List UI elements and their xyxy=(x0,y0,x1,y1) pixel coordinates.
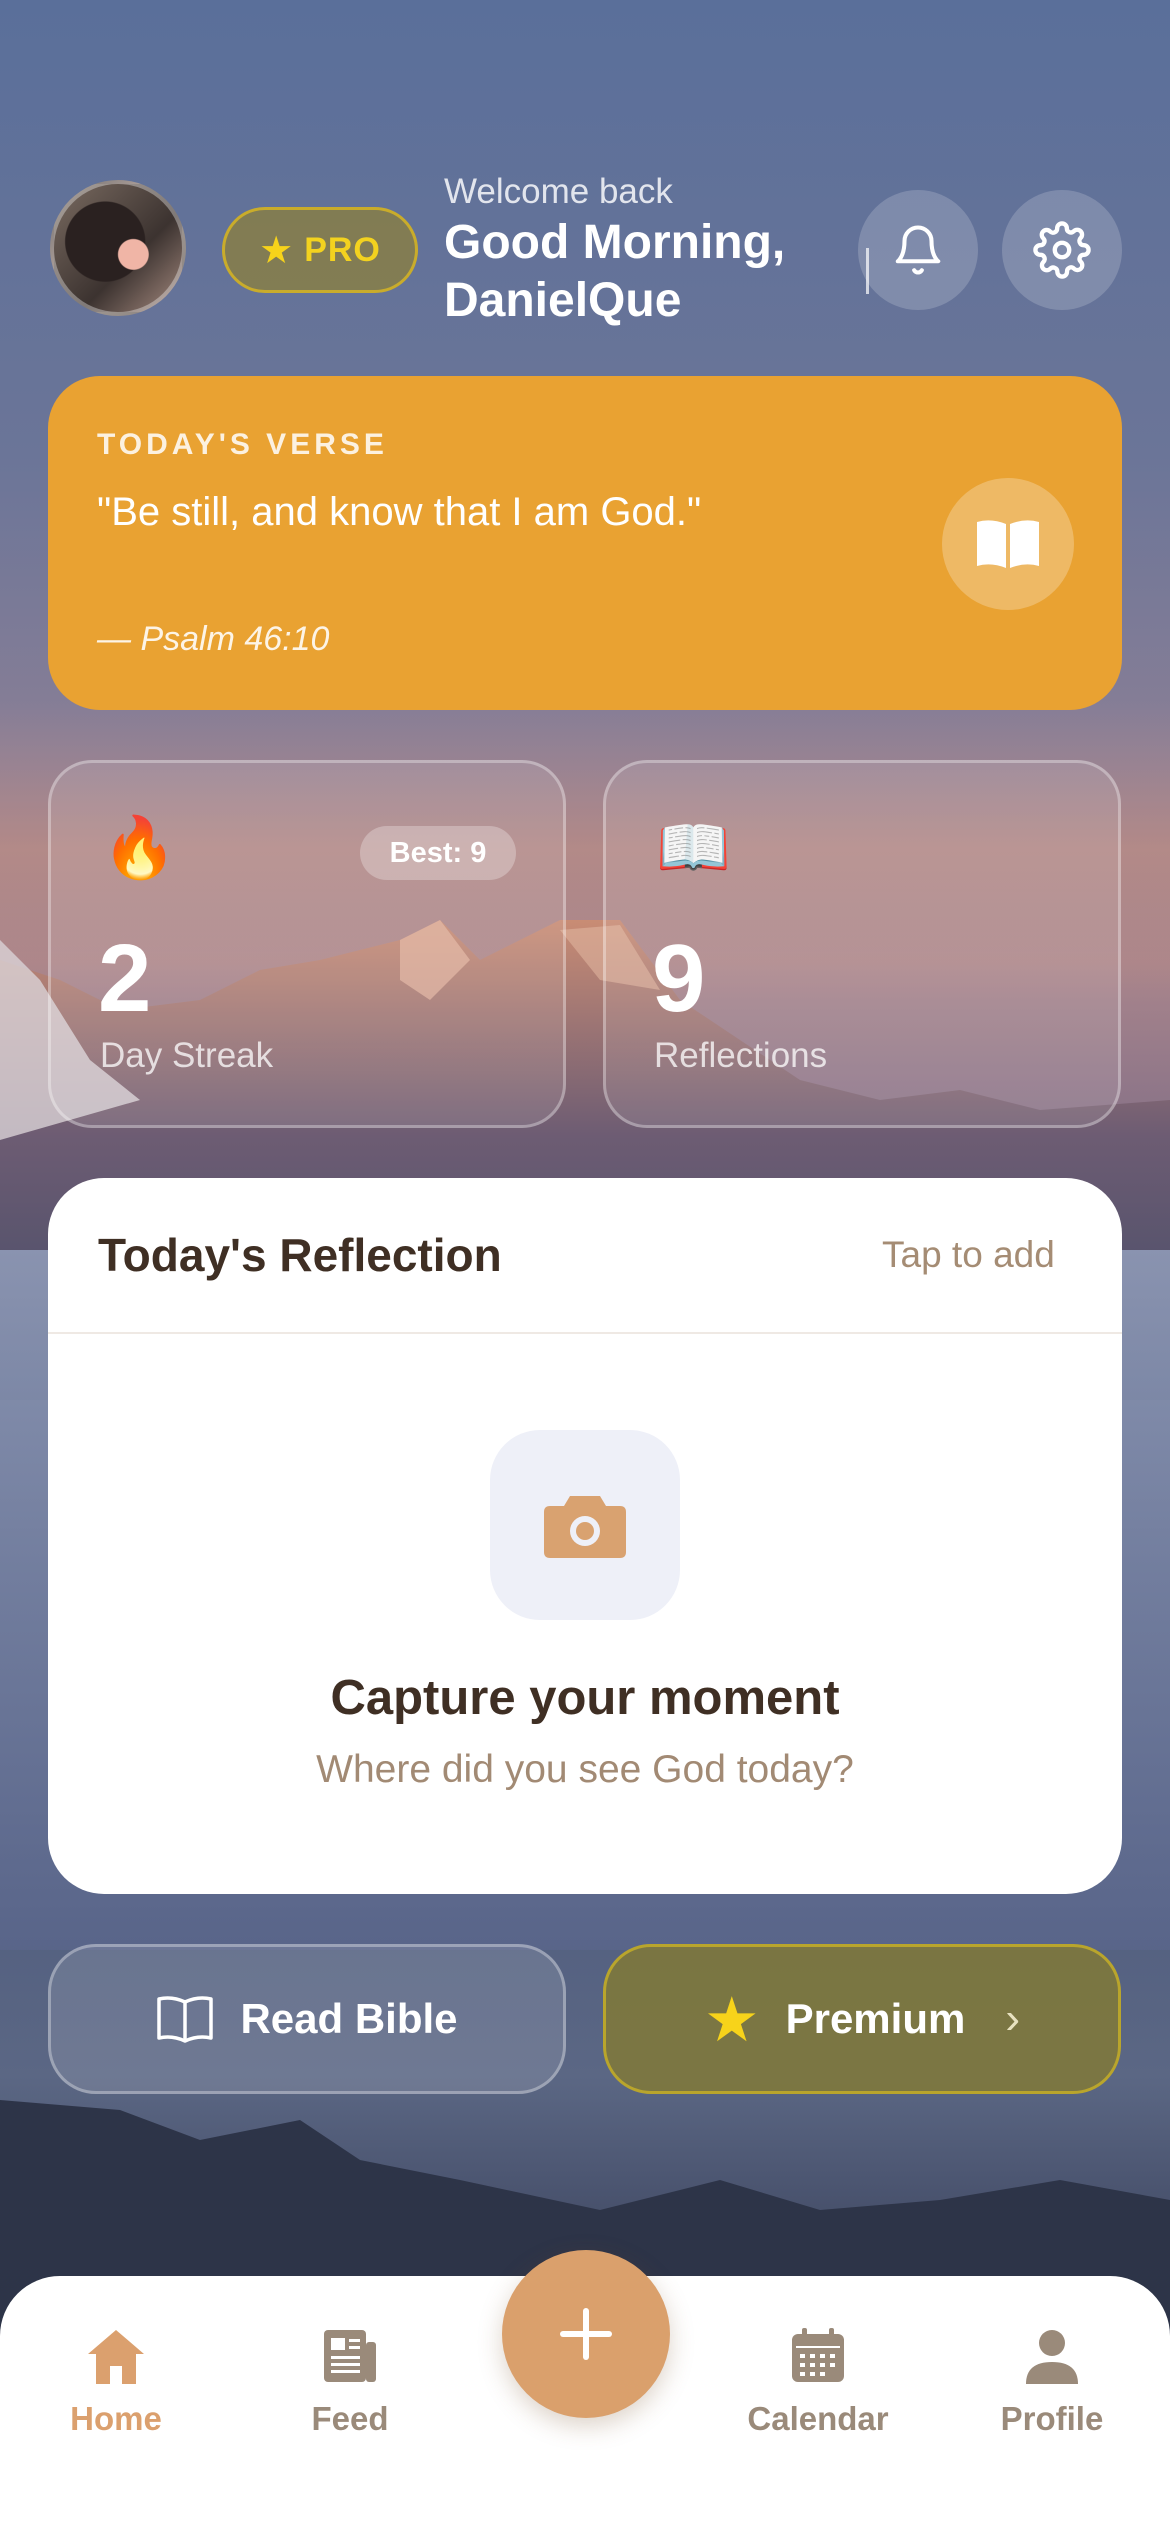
capture-title: Capture your moment xyxy=(330,1671,840,1725)
star-icon: ★ xyxy=(259,229,295,272)
tab-home-label: Home xyxy=(70,2400,162,2437)
tab-feed[interactable]: Feed xyxy=(250,2326,450,2438)
open-verse-button[interactable] xyxy=(942,478,1074,610)
greeting-line: Good Morning, xyxy=(444,216,786,269)
plus-icon xyxy=(560,2308,612,2360)
pro-badge[interactable]: ★ PRO xyxy=(222,207,418,293)
notifications-button[interactable] xyxy=(858,190,978,310)
premium-button[interactable]: ★ Premium › xyxy=(603,1944,1121,2094)
fire-icon: 🔥 xyxy=(102,814,177,881)
verse-tag: TODAY'S VERSE xyxy=(97,428,388,461)
tab-home[interactable]: Home xyxy=(16,2326,216,2438)
newspaper-icon xyxy=(324,2330,376,2382)
book-outline-icon xyxy=(157,1996,214,2043)
username: DanielQue xyxy=(444,274,682,327)
camera-icon xyxy=(544,1496,626,1558)
tab-calendar[interactable]: Calendar xyxy=(718,2326,918,2438)
add-photo-button[interactable] xyxy=(490,1430,680,1620)
home-icon xyxy=(88,2330,144,2384)
reflection-title: Today's Reflection xyxy=(98,1229,502,1281)
divider xyxy=(48,1332,1122,1334)
read-bible-button[interactable]: Read Bible xyxy=(48,1944,566,2094)
streak-value: 2 xyxy=(98,925,152,1032)
settings-button[interactable] xyxy=(1002,190,1122,310)
reflections-label: Reflections xyxy=(654,1036,828,1075)
best-streak-badge: Best: 9 xyxy=(360,826,516,880)
star-icon: ★ xyxy=(704,1985,760,2055)
read-bible-label: Read Bible xyxy=(240,1995,458,2042)
add-button[interactable] xyxy=(502,2250,670,2418)
chevron-right-icon: › xyxy=(1005,1994,1020,2043)
bell-icon xyxy=(895,225,941,275)
capture-subtitle: Where did you see God today? xyxy=(316,1748,854,1791)
calendar-icon xyxy=(792,2328,844,2382)
tab-calendar-label: Calendar xyxy=(747,2400,889,2437)
avatar[interactable] xyxy=(50,180,186,316)
tab-profile[interactable]: Profile xyxy=(952,2326,1152,2438)
book-icon: 📖 xyxy=(656,814,731,881)
verse-text: "Be still, and know that I am God." xyxy=(97,490,702,534)
premium-label: Premium xyxy=(785,1995,966,2042)
tab-feed-label: Feed xyxy=(311,2400,389,2437)
tab-profile-label: Profile xyxy=(1000,2400,1104,2437)
verse-reference: — Psalm 46:10 xyxy=(97,620,330,658)
reflections-value: 9 xyxy=(652,925,706,1032)
streak-label: Day Streak xyxy=(100,1036,274,1075)
open-book-icon xyxy=(977,520,1039,568)
gear-icon xyxy=(1033,221,1091,279)
tap-to-add-link[interactable]: Tap to add xyxy=(882,1234,1055,1276)
greeting-title: Good Morning, DanielQue xyxy=(444,214,864,330)
welcome-text: Welcome back xyxy=(444,172,673,211)
pro-badge-label: PRO xyxy=(304,230,381,269)
person-icon xyxy=(1026,2330,1078,2384)
